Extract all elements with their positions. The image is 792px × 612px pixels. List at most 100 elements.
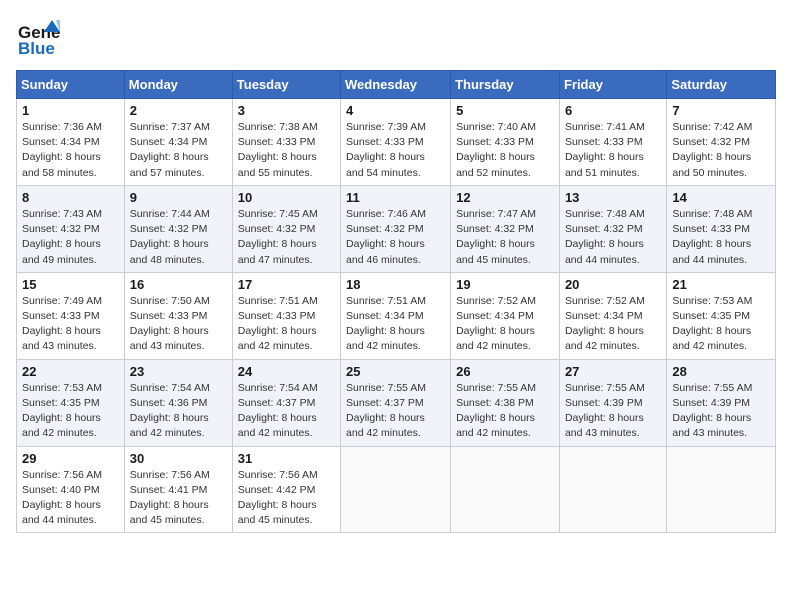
header-saturday: Saturday — [667, 71, 776, 99]
calendar-table: Sunday Monday Tuesday Wednesday Thursday… — [16, 70, 776, 533]
day-number: 18 — [346, 277, 445, 292]
day-detail: Sunrise: 7:55 AMSunset: 4:38 PMDaylight:… — [456, 382, 536, 440]
calendar-cell: 25 Sunrise: 7:55 AMSunset: 4:37 PMDaylig… — [341, 359, 451, 446]
calendar-cell: 24 Sunrise: 7:54 AMSunset: 4:37 PMDaylig… — [232, 359, 340, 446]
calendar-cell: 15 Sunrise: 7:49 AMSunset: 4:33 PMDaylig… — [17, 272, 125, 359]
day-number: 14 — [672, 190, 770, 205]
day-number: 4 — [346, 103, 445, 118]
calendar-cell: 8 Sunrise: 7:43 AMSunset: 4:32 PMDayligh… — [17, 185, 125, 272]
day-number: 22 — [22, 364, 119, 379]
calendar-cell: 10 Sunrise: 7:45 AMSunset: 4:32 PMDaylig… — [232, 185, 340, 272]
day-detail: Sunrise: 7:52 AMSunset: 4:34 PMDaylight:… — [456, 295, 536, 353]
day-detail: Sunrise: 7:56 AMSunset: 4:40 PMDaylight:… — [22, 469, 102, 527]
calendar-week-row: 29 Sunrise: 7:56 AMSunset: 4:40 PMDaylig… — [17, 446, 776, 533]
day-number: 21 — [672, 277, 770, 292]
day-number: 16 — [130, 277, 227, 292]
calendar-cell — [341, 446, 451, 533]
calendar-cell: 26 Sunrise: 7:55 AMSunset: 4:38 PMDaylig… — [451, 359, 560, 446]
day-detail: Sunrise: 7:44 AMSunset: 4:32 PMDaylight:… — [130, 208, 210, 266]
day-number: 10 — [238, 190, 335, 205]
calendar-cell: 19 Sunrise: 7:52 AMSunset: 4:34 PMDaylig… — [451, 272, 560, 359]
header-sunday: Sunday — [17, 71, 125, 99]
calendar-cell: 20 Sunrise: 7:52 AMSunset: 4:34 PMDaylig… — [559, 272, 666, 359]
day-number: 31 — [238, 451, 335, 466]
header-tuesday: Tuesday — [232, 71, 340, 99]
day-number: 30 — [130, 451, 227, 466]
day-detail: Sunrise: 7:36 AMSunset: 4:34 PMDaylight:… — [22, 121, 102, 179]
calendar-cell: 13 Sunrise: 7:48 AMSunset: 4:32 PMDaylig… — [559, 185, 666, 272]
day-detail: Sunrise: 7:51 AMSunset: 4:33 PMDaylight:… — [238, 295, 318, 353]
day-detail: Sunrise: 7:39 AMSunset: 4:33 PMDaylight:… — [346, 121, 426, 179]
day-number: 9 — [130, 190, 227, 205]
day-number: 1 — [22, 103, 119, 118]
day-detail: Sunrise: 7:37 AMSunset: 4:34 PMDaylight:… — [130, 121, 210, 179]
day-detail: Sunrise: 7:42 AMSunset: 4:32 PMDaylight:… — [672, 121, 752, 179]
day-number: 27 — [565, 364, 661, 379]
day-detail: Sunrise: 7:53 AMSunset: 4:35 PMDaylight:… — [672, 295, 752, 353]
day-detail: Sunrise: 7:56 AMSunset: 4:42 PMDaylight:… — [238, 469, 318, 527]
calendar-cell: 9 Sunrise: 7:44 AMSunset: 4:32 PMDayligh… — [124, 185, 232, 272]
day-detail: Sunrise: 7:51 AMSunset: 4:34 PMDaylight:… — [346, 295, 426, 353]
header-wednesday: Wednesday — [341, 71, 451, 99]
day-detail: Sunrise: 7:46 AMSunset: 4:32 PMDaylight:… — [346, 208, 426, 266]
calendar-cell: 22 Sunrise: 7:53 AMSunset: 4:35 PMDaylig… — [17, 359, 125, 446]
logo-icon: General Blue — [16, 16, 60, 60]
day-number: 17 — [238, 277, 335, 292]
day-detail: Sunrise: 7:38 AMSunset: 4:33 PMDaylight:… — [238, 121, 318, 179]
calendar-cell: 28 Sunrise: 7:55 AMSunset: 4:39 PMDaylig… — [667, 359, 776, 446]
calendar-cell — [451, 446, 560, 533]
header-thursday: Thursday — [451, 71, 560, 99]
day-detail: Sunrise: 7:52 AMSunset: 4:34 PMDaylight:… — [565, 295, 645, 353]
calendar-cell: 21 Sunrise: 7:53 AMSunset: 4:35 PMDaylig… — [667, 272, 776, 359]
calendar-cell: 7 Sunrise: 7:42 AMSunset: 4:32 PMDayligh… — [667, 99, 776, 186]
day-number: 7 — [672, 103, 770, 118]
day-detail: Sunrise: 7:40 AMSunset: 4:33 PMDaylight:… — [456, 121, 536, 179]
page-header: General Blue — [16, 16, 776, 60]
day-number: 29 — [22, 451, 119, 466]
day-number: 19 — [456, 277, 554, 292]
day-number: 12 — [456, 190, 554, 205]
day-number: 6 — [565, 103, 661, 118]
day-detail: Sunrise: 7:56 AMSunset: 4:41 PMDaylight:… — [130, 469, 210, 527]
day-number: 24 — [238, 364, 335, 379]
calendar-cell: 4 Sunrise: 7:39 AMSunset: 4:33 PMDayligh… — [341, 99, 451, 186]
calendar-cell: 29 Sunrise: 7:56 AMSunset: 4:40 PMDaylig… — [17, 446, 125, 533]
day-detail: Sunrise: 7:45 AMSunset: 4:32 PMDaylight:… — [238, 208, 318, 266]
day-detail: Sunrise: 7:48 AMSunset: 4:32 PMDaylight:… — [565, 208, 645, 266]
day-number: 5 — [456, 103, 554, 118]
day-detail: Sunrise: 7:54 AMSunset: 4:37 PMDaylight:… — [238, 382, 318, 440]
day-number: 23 — [130, 364, 227, 379]
day-detail: Sunrise: 7:48 AMSunset: 4:33 PMDaylight:… — [672, 208, 752, 266]
calendar-cell: 23 Sunrise: 7:54 AMSunset: 4:36 PMDaylig… — [124, 359, 232, 446]
calendar-cell: 12 Sunrise: 7:47 AMSunset: 4:32 PMDaylig… — [451, 185, 560, 272]
day-detail: Sunrise: 7:53 AMSunset: 4:35 PMDaylight:… — [22, 382, 102, 440]
calendar-cell — [559, 446, 666, 533]
day-number: 2 — [130, 103, 227, 118]
calendar-cell: 11 Sunrise: 7:46 AMSunset: 4:32 PMDaylig… — [341, 185, 451, 272]
day-number: 26 — [456, 364, 554, 379]
day-detail: Sunrise: 7:55 AMSunset: 4:39 PMDaylight:… — [565, 382, 645, 440]
calendar-cell: 31 Sunrise: 7:56 AMSunset: 4:42 PMDaylig… — [232, 446, 340, 533]
header-friday: Friday — [559, 71, 666, 99]
svg-text:Blue: Blue — [18, 39, 55, 58]
day-number: 20 — [565, 277, 661, 292]
day-number: 13 — [565, 190, 661, 205]
day-number: 28 — [672, 364, 770, 379]
day-number: 8 — [22, 190, 119, 205]
calendar-cell — [667, 446, 776, 533]
day-detail: Sunrise: 7:47 AMSunset: 4:32 PMDaylight:… — [456, 208, 536, 266]
calendar-cell: 6 Sunrise: 7:41 AMSunset: 4:33 PMDayligh… — [559, 99, 666, 186]
day-detail: Sunrise: 7:54 AMSunset: 4:36 PMDaylight:… — [130, 382, 210, 440]
day-detail: Sunrise: 7:55 AMSunset: 4:37 PMDaylight:… — [346, 382, 426, 440]
calendar-cell: 2 Sunrise: 7:37 AMSunset: 4:34 PMDayligh… — [124, 99, 232, 186]
calendar-cell: 30 Sunrise: 7:56 AMSunset: 4:41 PMDaylig… — [124, 446, 232, 533]
weekday-header-row: Sunday Monday Tuesday Wednesday Thursday… — [17, 71, 776, 99]
day-detail: Sunrise: 7:49 AMSunset: 4:33 PMDaylight:… — [22, 295, 102, 353]
calendar-cell: 3 Sunrise: 7:38 AMSunset: 4:33 PMDayligh… — [232, 99, 340, 186]
day-detail: Sunrise: 7:41 AMSunset: 4:33 PMDaylight:… — [565, 121, 645, 179]
header-monday: Monday — [124, 71, 232, 99]
calendar-cell: 16 Sunrise: 7:50 AMSunset: 4:33 PMDaylig… — [124, 272, 232, 359]
day-detail: Sunrise: 7:55 AMSunset: 4:39 PMDaylight:… — [672, 382, 752, 440]
day-number: 15 — [22, 277, 119, 292]
calendar-week-row: 8 Sunrise: 7:43 AMSunset: 4:32 PMDayligh… — [17, 185, 776, 272]
